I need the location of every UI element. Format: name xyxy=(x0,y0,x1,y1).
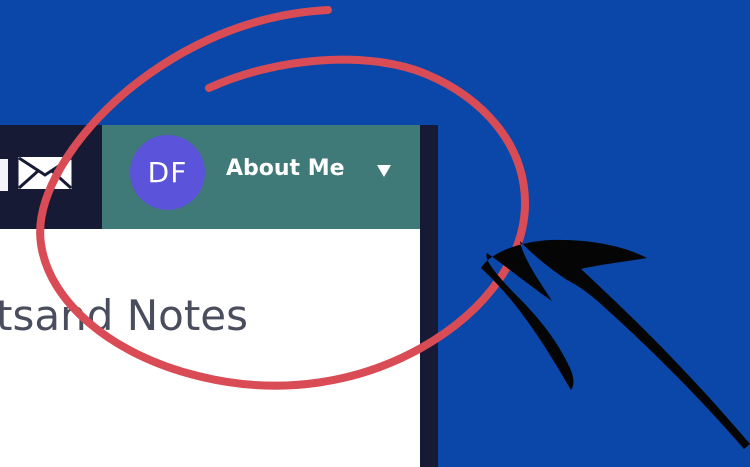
cropped-toolbar-item xyxy=(0,159,8,191)
black-arrow-annotation xyxy=(481,239,750,449)
avatar[interactable]: DF xyxy=(130,135,205,210)
cropped-ui-window: DF About Me tsand Notes xyxy=(0,125,438,467)
mail-icon[interactable] xyxy=(16,154,74,192)
window-edge xyxy=(420,125,438,467)
about-me-menu[interactable]: DF About Me xyxy=(102,125,420,229)
page-title-text: and Notes xyxy=(34,291,249,340)
caret-down-icon[interactable] xyxy=(377,165,391,177)
page-title: tsand Notes xyxy=(0,292,248,340)
page-title-fragment: ts xyxy=(0,291,35,340)
main-content: tsand Notes xyxy=(0,229,420,467)
top-navigation-bar: DF About Me xyxy=(0,125,438,229)
about-me-label[interactable]: About Me xyxy=(226,156,345,182)
